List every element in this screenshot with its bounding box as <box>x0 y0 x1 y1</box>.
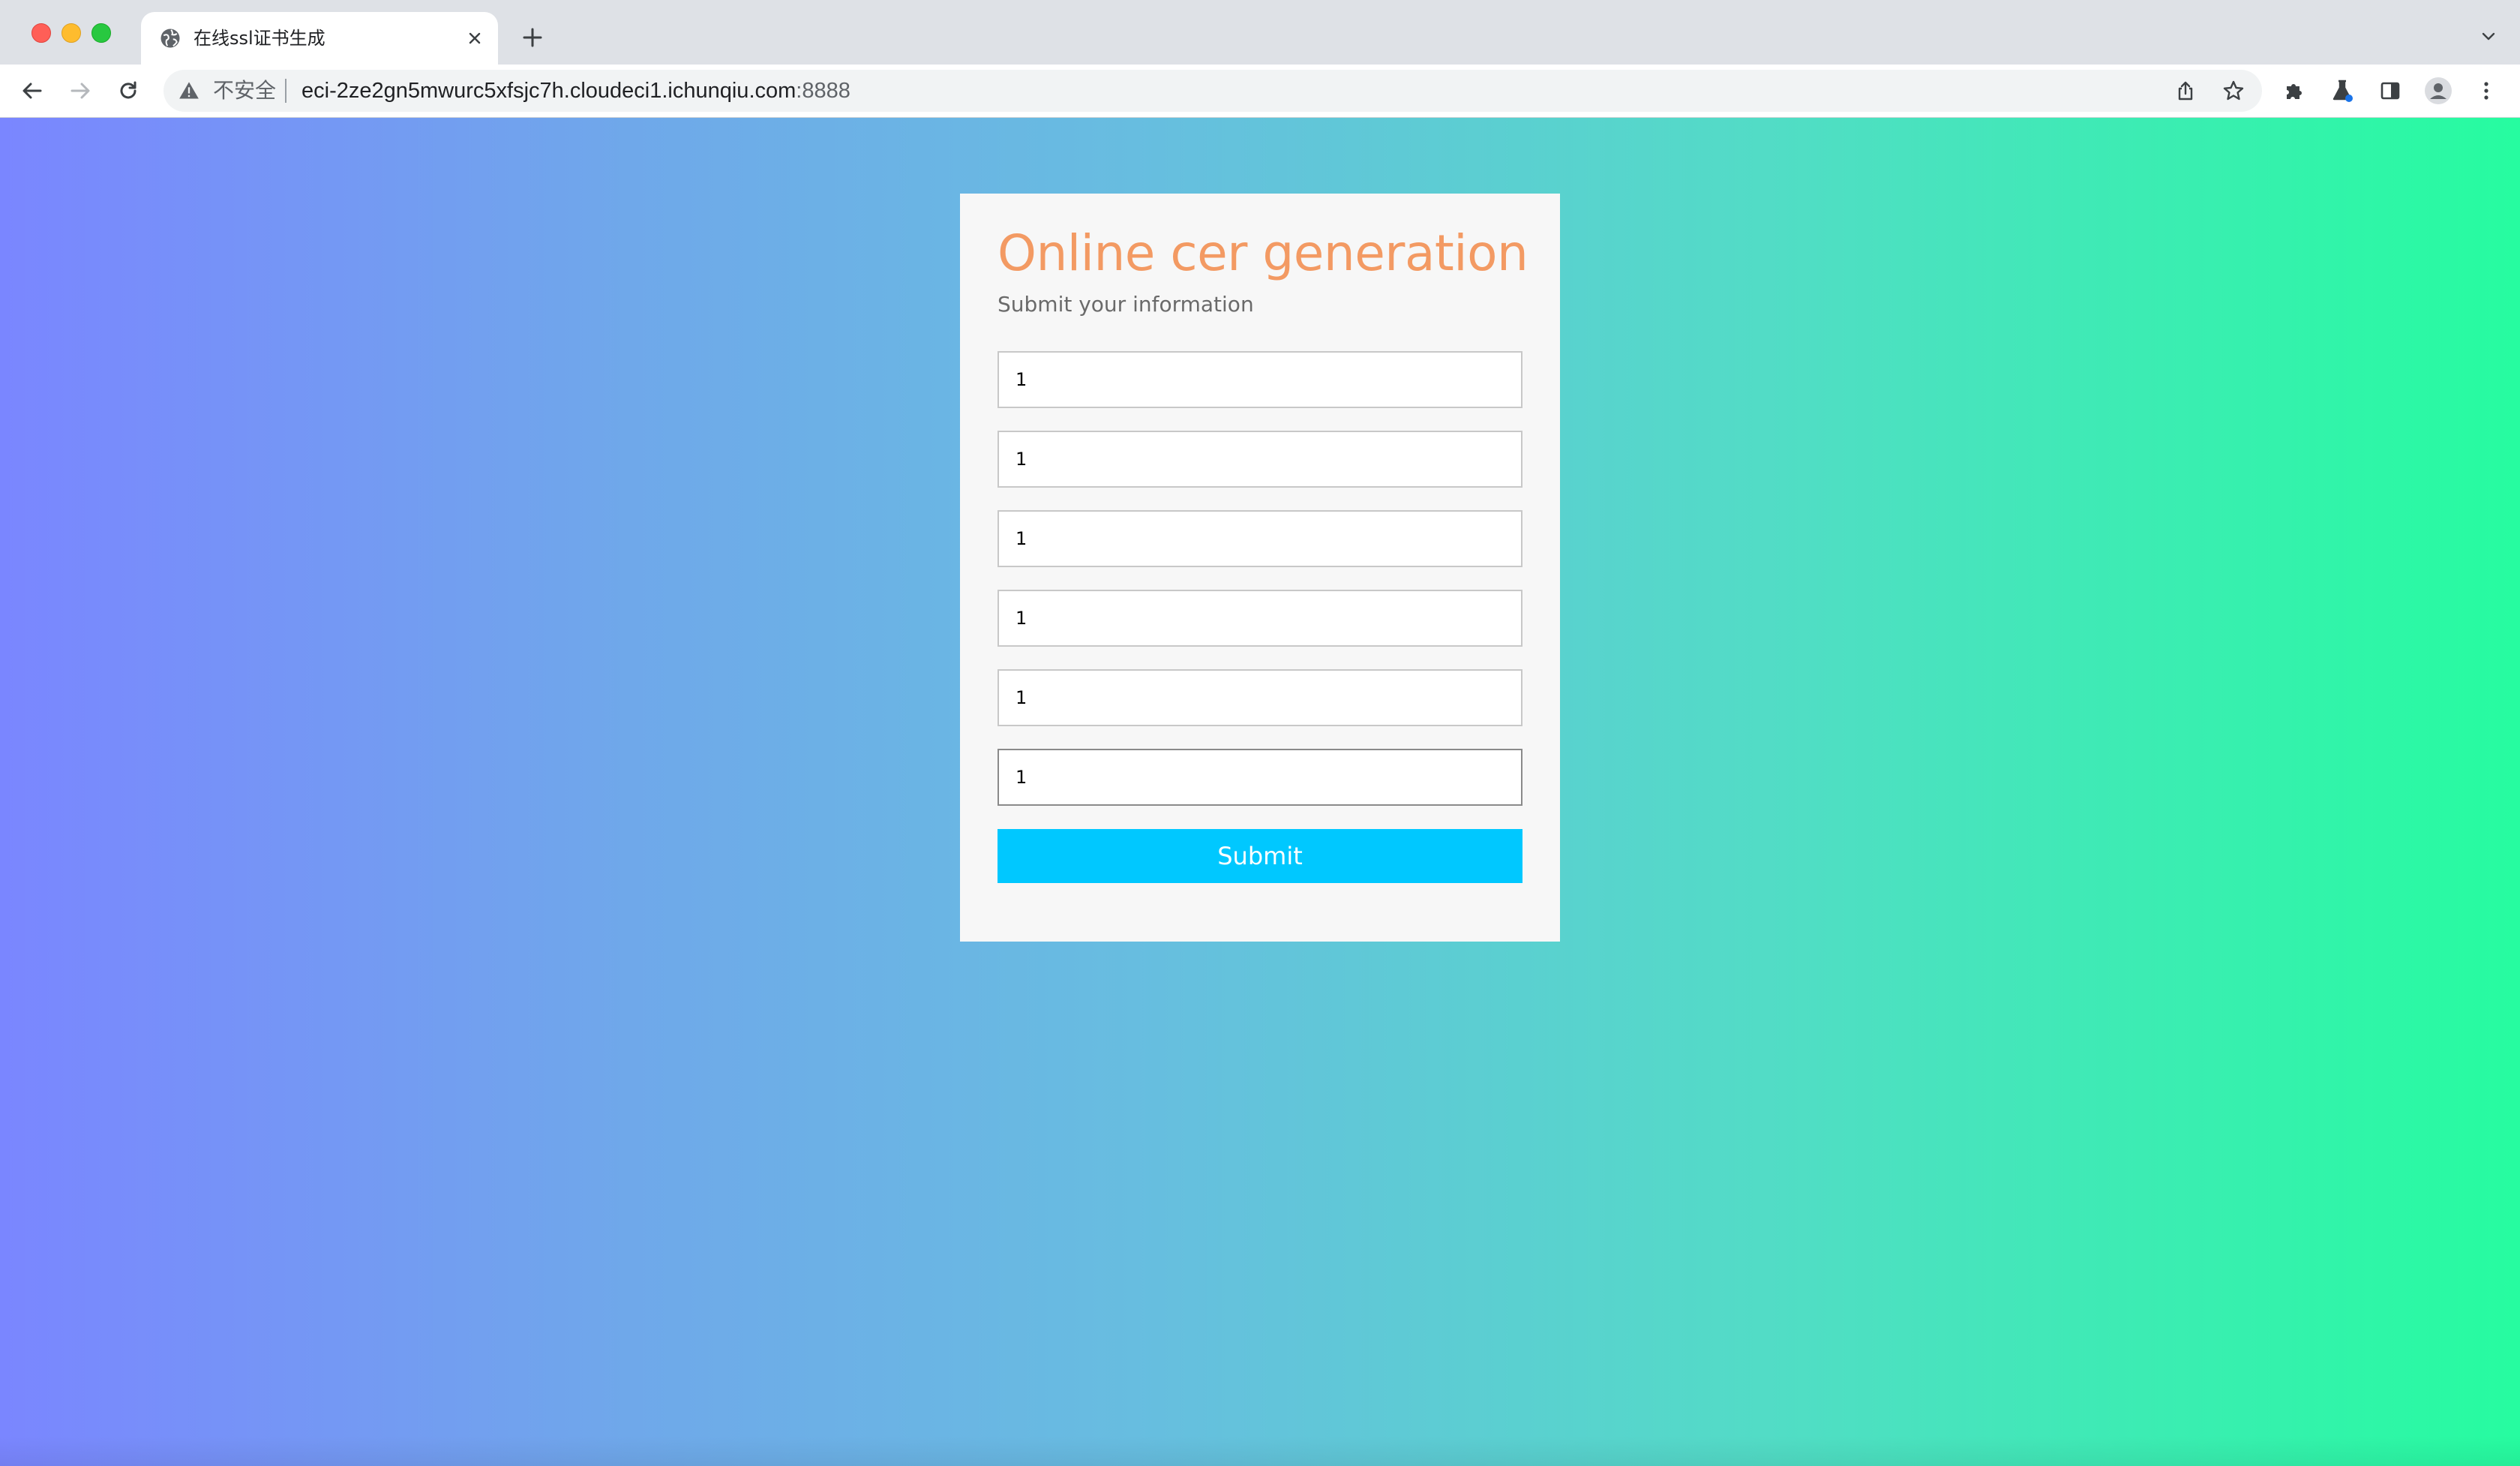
tab-title: 在线ssl证书生成 <box>194 28 326 49</box>
browser-window: 在线ssl证书生成 不安全 eci-2ze2gn5mwurc5xfsjc7h.c… <box>0 0 2520 1466</box>
form-field-3[interactable] <box>998 510 1522 567</box>
url-host: eci-2ze2gn5mwurc5xfsjc7h.cloudeci1.ichun… <box>302 79 796 103</box>
page-content: Online cer generation Submit your inform… <box>0 118 2520 1466</box>
form-field-1[interactable] <box>998 351 1522 408</box>
tab-strip: 在线ssl证书生成 <box>0 0 2520 65</box>
chevron-down-icon[interactable] <box>2475 23 2502 50</box>
browser-toolbar: 不安全 eci-2ze2gn5mwurc5xfsjc7h.cloudeci1.i… <box>0 65 2520 118</box>
address-bar[interactable]: 不安全 eci-2ze2gn5mwurc5xfsjc7h.cloudeci1.i… <box>164 70 2262 112</box>
kebab-menu-icon[interactable] <box>2470 75 2502 107</box>
forward-arrow-icon[interactable] <box>64 75 96 107</box>
close-icon[interactable] <box>462 26 488 51</box>
profile-avatar-icon[interactable] <box>2422 75 2454 107</box>
zoom-window-button[interactable] <box>92 23 111 43</box>
form-field-6[interactable] <box>998 749 1522 806</box>
form-field-2[interactable] <box>998 431 1522 488</box>
labs-flask-icon[interactable] <box>2326 75 2358 107</box>
address-separator <box>285 79 286 103</box>
warning-triangle-icon <box>179 82 199 99</box>
back-arrow-icon[interactable] <box>16 75 48 107</box>
close-window-button[interactable] <box>32 23 51 43</box>
page-title: Online cer generation <box>998 224 1528 282</box>
side-panel-icon[interactable] <box>2374 75 2406 107</box>
plus-icon[interactable] <box>518 23 548 53</box>
url-text[interactable]: eci-2ze2gn5mwurc5xfsjc7h.cloudeci1.ichun… <box>302 79 850 103</box>
minimize-window-button[interactable] <box>62 23 81 43</box>
form-field-5[interactable] <box>998 669 1522 726</box>
form-card: Online cer generation Submit your inform… <box>960 194 1560 942</box>
bottom-shadow <box>0 1436 2520 1466</box>
reload-icon[interactable] <box>112 75 144 107</box>
security-label[interactable]: 不安全 <box>213 79 276 103</box>
submit-button[interactable]: Submit <box>998 829 1522 883</box>
globe-icon <box>160 29 180 48</box>
page-subtitle: Submit your information <box>998 292 1254 317</box>
browser-tab[interactable]: 在线ssl证书生成 <box>141 12 498 65</box>
star-icon[interactable] <box>2220 77 2247 104</box>
share-icon[interactable] <box>2172 77 2199 104</box>
form-field-4[interactable] <box>998 590 1522 647</box>
url-port: :8888 <box>796 79 850 103</box>
puzzle-icon[interactable] <box>2278 75 2310 107</box>
